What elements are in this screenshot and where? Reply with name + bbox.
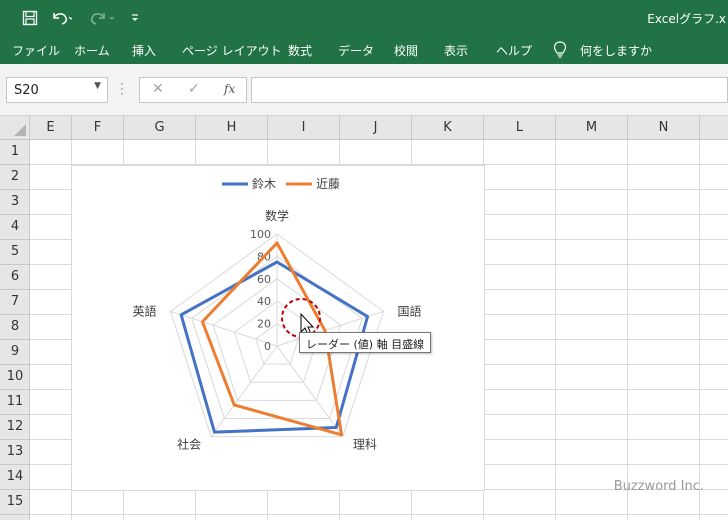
row-header-8[interactable]: 8 <box>0 315 30 340</box>
column-header-n[interactable]: N <box>628 116 700 139</box>
title-bar: Excelグラフ.x <box>0 0 728 36</box>
tab-home[interactable]: ホーム <box>74 42 110 59</box>
radar-spoke <box>210 345 278 437</box>
radar-tick-label: 20 <box>257 318 271 331</box>
tab-help[interactable]: ヘルプ <box>496 42 532 59</box>
column-header-h[interactable]: H <box>196 116 268 139</box>
window-title: Excelグラフ.x <box>647 12 726 26</box>
radar-category-label: 英語 <box>132 303 156 318</box>
radar-chart-svg: 020406080100数学国語理科社会英語鈴木 近藤 <box>132 176 422 452</box>
chevron-down-icon[interactable]: ▼ <box>94 81 101 91</box>
row-header-14[interactable]: 14 <box>0 465 30 490</box>
grid-line <box>30 514 728 515</box>
row-headers: 1 2 3 4 5 6 7 8 9 10 11 12 13 14 15 <box>0 140 30 520</box>
column-header-m[interactable]: M <box>556 116 628 139</box>
legend-label: 鈴木 <box>252 176 276 191</box>
save-icon[interactable] <box>18 0 42 36</box>
insert-function-icon[interactable]: fx <box>224 82 235 96</box>
row-header-15[interactable]: 15 <box>0 490 30 515</box>
select-all-button[interactable] <box>0 116 30 139</box>
radar-category-label: 数学 <box>265 208 289 223</box>
row-header-10[interactable]: 10 <box>0 365 30 390</box>
column-header-j[interactable]: J <box>340 116 412 139</box>
column-header-i[interactable]: I <box>268 116 340 139</box>
column-headers: E F G H I J K L M N <box>0 116 728 140</box>
tab-page-layout[interactable]: ページ レイアウト <box>182 42 282 59</box>
row-header-9[interactable]: 9 <box>0 340 30 365</box>
column-header-f[interactable]: F <box>72 116 124 139</box>
tell-me-search[interactable]: 何をしますか <box>580 42 652 59</box>
grid-line <box>699 140 700 520</box>
radar-tick-label: 0 <box>264 340 271 353</box>
formula-area: S20 ▼ · · · ✕ ✓ fx <box>0 64 728 116</box>
watermark: Buzzword Inc. <box>613 479 704 494</box>
column-header-l[interactable]: L <box>484 116 556 139</box>
radar-spoke <box>276 345 344 437</box>
undo-icon[interactable] <box>48 0 74 36</box>
column-header-e[interactable]: E <box>30 116 72 139</box>
radar-category-label: 社会 <box>177 437 201 452</box>
tab-review[interactable]: 校閲 <box>394 42 418 59</box>
column-header-g[interactable]: G <box>124 116 196 139</box>
tab-file[interactable]: ファイル <box>12 42 60 59</box>
tab-data[interactable]: データ <box>338 42 374 59</box>
row-header-1[interactable]: 1 <box>0 140 30 165</box>
row-header-7[interactable]: 7 <box>0 290 30 315</box>
radar-tick-label: 100 <box>250 228 271 241</box>
legend-label: 近藤 <box>316 177 340 191</box>
name-box[interactable]: S20 ▼ <box>6 77 108 103</box>
grid-line <box>555 140 556 520</box>
enter-icon[interactable]: ✓ <box>188 81 200 97</box>
customize-qat-icon[interactable] <box>128 0 142 36</box>
row-header-4[interactable]: 4 <box>0 215 30 240</box>
name-box-value: S20 <box>14 83 39 98</box>
grip-icon: · · · <box>120 77 124 101</box>
lightbulb-icon <box>553 41 567 58</box>
row-header-3[interactable]: 3 <box>0 190 30 215</box>
radar-tick-label: 60 <box>257 273 271 286</box>
row-header-11[interactable]: 11 <box>0 390 30 415</box>
formula-buttons: ✕ ✓ fx <box>139 77 247 103</box>
formula-bar-input[interactable] <box>251 77 728 103</box>
radar-tick-label: 40 <box>257 295 271 308</box>
row-header-6[interactable]: 6 <box>0 265 30 290</box>
radar-chart[interactable]: 0 20 40 60 80 100 数学 国語 理科 社会 英語 鈴木 近藤 <box>71 165 485 491</box>
tab-view[interactable]: 表示 <box>444 42 468 59</box>
ribbon-tabs: ファイル ホーム 挿入 ページ レイアウト 数式 データ 校閲 表示 ヘルプ 何… <box>0 36 728 64</box>
chart-tooltip: レーダー (値) 軸 目盛線 <box>299 332 432 353</box>
row-header-2[interactable]: 2 <box>0 165 30 190</box>
row-header-5[interactable]: 5 <box>0 240 30 265</box>
tab-formulas[interactable]: 数式 <box>288 42 312 59</box>
radar-category-label: 理科 <box>353 438 377 452</box>
redo-icon[interactable] <box>88 0 118 36</box>
tab-insert[interactable]: 挿入 <box>132 42 156 59</box>
row-header-13[interactable]: 13 <box>0 440 30 465</box>
radar-category-label: 国語 <box>398 303 422 318</box>
column-header-k[interactable]: K <box>412 116 484 139</box>
row-header-12[interactable]: 12 <box>0 415 30 440</box>
grid-line <box>627 140 628 520</box>
cancel-icon[interactable]: ✕ <box>152 81 164 97</box>
